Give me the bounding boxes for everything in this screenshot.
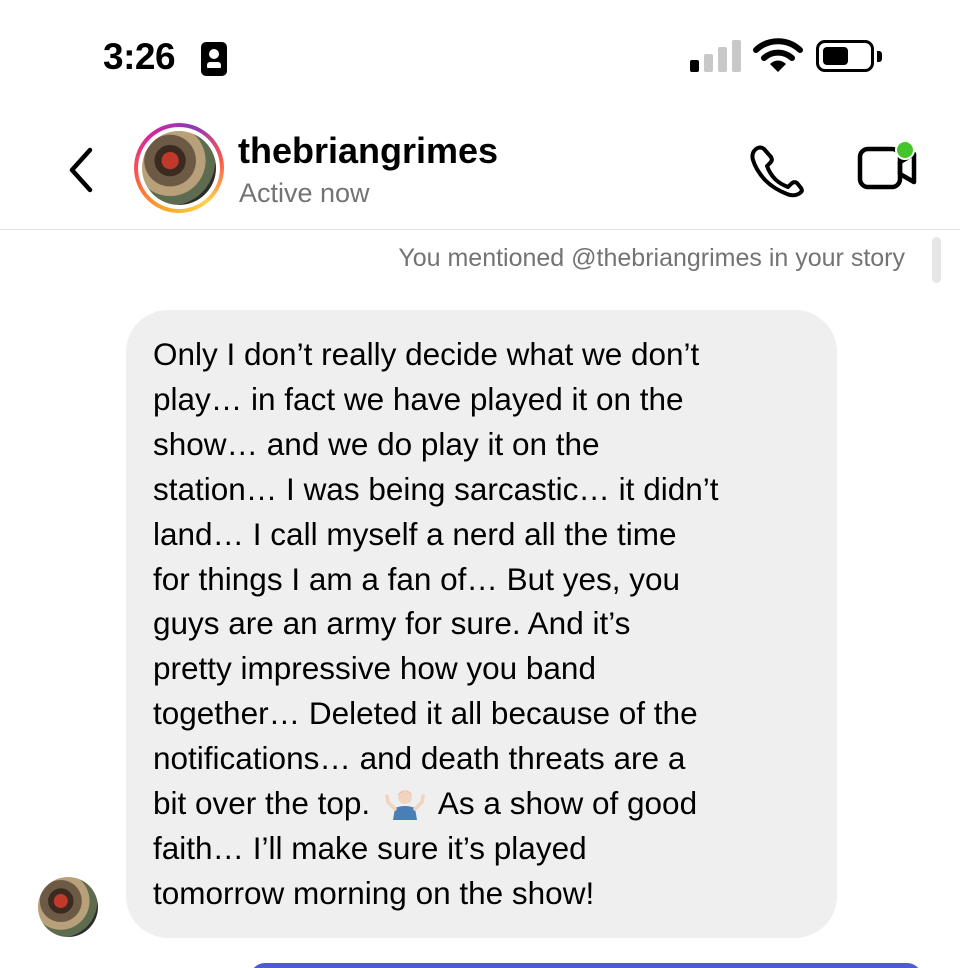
message-line: play… in fact we have played it on the [153,380,684,417]
contact-card-icon [201,42,227,76]
sender-avatar[interactable] [38,877,98,937]
message-line-start: bit over the top. [153,785,371,822]
online-indicator [895,140,915,160]
wifi-icon [753,38,803,72]
outgoing-message-bubble[interactable] [250,963,922,968]
message-line: station… I was being sarcastic… it didn’… [153,470,719,507]
message-line: guys are an army for sure. And it’s [153,605,631,642]
battery-icon [816,40,874,72]
status-bar: 3:26 [0,0,960,110]
message-line: together… Deleted it all because of the [153,695,698,732]
phone-icon[interactable] [750,144,804,198]
scrollbar[interactable] [932,237,941,283]
avatar-image [142,131,216,205]
battery-level [823,47,848,65]
message-line: pretty impressive how you band [153,650,596,687]
cellular-signal-icon [690,40,742,72]
message-line: faith… I’ll make sure it’s played [153,829,587,866]
battery-tip [877,51,882,62]
chat-header: thebriangrimes Active now [0,110,960,230]
message-line-end: As a show of good [437,785,698,822]
message-text: Only I don’t really decide what we don’t… [153,332,823,916]
back-chevron-icon[interactable] [64,144,100,196]
message-line: Only I don’t really decide what we don’t [153,336,700,372]
status-time: 3:26 [103,36,176,77]
story-mention-note: You mentioned @thebriangrimes in your st… [398,244,905,272]
message-line: show… and we do play it on the [153,425,600,462]
message-line: for things I am a fan of… But yes, you [153,560,681,597]
avatar[interactable] [134,123,224,213]
message-line: tomorrow morning on the show! [153,874,595,911]
message-line: notifications… and death threats are a [153,740,686,777]
message-line: land… I call myself a nerd all the time [153,515,677,552]
person-shrugging-emoji [385,790,425,821]
username[interactable]: thebriangrimes [238,130,498,172]
message-line: bit over the top. As a show of good [153,781,823,826]
active-status: Active now [239,178,370,208]
